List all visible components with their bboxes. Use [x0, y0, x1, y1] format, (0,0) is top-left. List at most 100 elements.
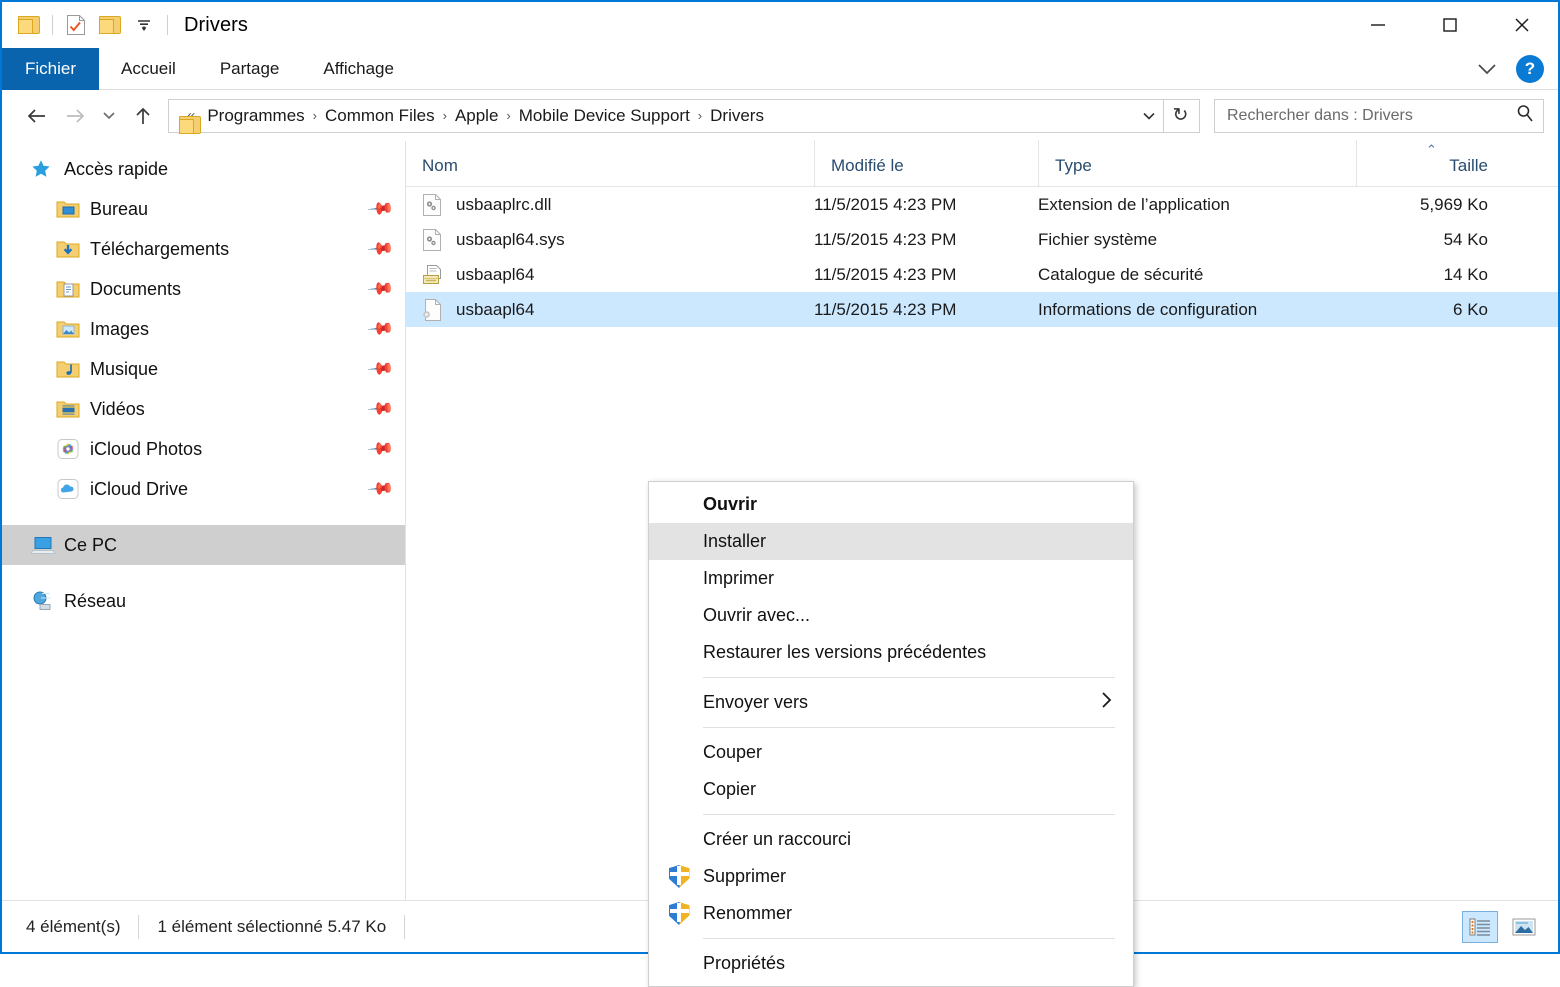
pin-icon[interactable]: 📌 — [366, 355, 395, 384]
sidebar-item-bureau[interactable]: Bureau 📌 — [2, 189, 405, 229]
menu-item-couper[interactable]: Couper — [649, 734, 1133, 771]
column-header-label: Nom — [422, 156, 458, 176]
minimize-button[interactable] — [1342, 2, 1414, 48]
search-box[interactable] — [1214, 99, 1544, 133]
details-view-button[interactable] — [1462, 911, 1498, 943]
folder-icon[interactable] — [12, 10, 46, 40]
sidebar-item-telechargements[interactable]: Téléchargements 📌 — [2, 229, 405, 269]
table-row[interactable]: usbaaplrc.dll 11/5/2015 4:23 PM Extensio… — [406, 187, 1558, 222]
folder-downloads-icon — [56, 239, 86, 259]
sidebar-item-label: Ce PC — [64, 535, 117, 556]
menu-item-label: Supprimer — [703, 866, 786, 887]
menu-item-creer-un-raccourci[interactable]: Créer un raccourci — [649, 821, 1133, 858]
sidebar-group-acces-rapide[interactable]: Accès rapide — [2, 149, 405, 189]
chevron-down-icon[interactable] — [1474, 56, 1500, 82]
pin-icon[interactable]: 📌 — [366, 315, 395, 344]
sidebar-item-musique[interactable]: Musique 📌 — [2, 349, 405, 389]
large-icons-view-button[interactable] — [1506, 911, 1542, 943]
up-button[interactable] — [124, 99, 162, 133]
sidebar-item-ce-pc[interactable]: Ce PC — [2, 525, 405, 565]
column-header-taille[interactable]: ⌃ Taille — [1356, 140, 1506, 186]
maximize-button[interactable] — [1414, 2, 1486, 48]
menu-item-renommer[interactable]: Renommer — [649, 895, 1133, 932]
breadcrumb-item-programmes[interactable]: Programmes — [201, 102, 310, 130]
menu-item-imprimer[interactable]: Imprimer — [649, 560, 1133, 597]
view-buttons — [1462, 911, 1550, 943]
breadcrumb-item-drivers[interactable]: Drivers — [704, 102, 770, 130]
star-icon — [30, 158, 60, 180]
tab-affichage[interactable]: Affichage — [301, 48, 416, 90]
pin-icon[interactable]: 📌 — [366, 235, 395, 264]
pin-icon[interactable]: 📌 — [366, 395, 395, 424]
menu-item-label: Créer un raccourci — [703, 829, 851, 850]
customize-dropdown-icon[interactable] — [127, 10, 161, 40]
sidebar-item-reseau[interactable]: Réseau — [2, 581, 405, 621]
breadcrumb-separator[interactable]: › — [441, 108, 449, 123]
cell-modified: 11/5/2015 4:23 PM — [814, 257, 1038, 292]
help-label: ? — [1525, 59, 1535, 79]
ribbon-tab-bar: Fichier Accueil Partage Affichage ? — [2, 48, 1558, 90]
properties-icon[interactable] — [59, 10, 93, 40]
file-name: usbaapl64 — [456, 300, 534, 320]
sidebar-item-icloud-photos[interactable]: iCloud Photos 📌 — [2, 429, 405, 469]
breadcrumb-dropdown-icon[interactable] — [1135, 100, 1163, 132]
table-row[interactable]: usbaapl64 11/5/2015 4:23 PM Catalogue de… — [406, 257, 1558, 292]
pin-icon[interactable]: 📌 — [366, 475, 395, 504]
breadcrumb-item-apple[interactable]: Apple — [449, 102, 504, 130]
column-header-type[interactable]: Type — [1038, 140, 1356, 186]
menu-item-envoyer-vers[interactable]: Envoyer vers — [649, 684, 1133, 721]
pin-icon[interactable]: 📌 — [366, 195, 395, 224]
sidebar-item-documents[interactable]: Documents 📌 — [2, 269, 405, 309]
window-controls — [1342, 2, 1558, 48]
sidebar-item-images[interactable]: Images 📌 — [2, 309, 405, 349]
cell-modified: 11/5/2015 4:23 PM — [814, 292, 1038, 327]
table-row[interactable]: usbaapl64.sys 11/5/2015 4:23 PM Fichier … — [406, 222, 1558, 257]
menu-separator — [703, 814, 1115, 815]
breadcrumb-separator[interactable]: › — [696, 108, 704, 123]
sidebar-item-label: Téléchargements — [90, 239, 229, 260]
menu-item-restaurer-versions-precedentes[interactable]: Restaurer les versions précédentes — [649, 634, 1133, 671]
sidebar-item-videos[interactable]: Vidéos 📌 — [2, 389, 405, 429]
folder-pictures-icon — [56, 319, 86, 339]
menu-item-installer[interactable]: Installer — [649, 523, 1133, 560]
tab-partage[interactable]: Partage — [198, 48, 302, 90]
divider — [167, 15, 168, 35]
folder-desktop-icon — [56, 199, 86, 219]
menu-item-ouvrir-avec[interactable]: Ouvrir avec... — [649, 597, 1133, 634]
search-input[interactable] — [1227, 107, 1515, 125]
help-icon[interactable]: ? — [1516, 55, 1544, 83]
folder-videos-icon — [56, 399, 86, 419]
back-button[interactable] — [18, 99, 56, 133]
file-name: usbaapl64 — [456, 265, 534, 285]
search-icon[interactable] — [1515, 103, 1535, 128]
table-row[interactable]: usbaapl64 11/5/2015 4:23 PM Informations… — [406, 292, 1558, 327]
menu-item-supprimer[interactable]: Supprimer — [649, 858, 1133, 895]
breadcrumb-item-mobile-device-support[interactable]: Mobile Device Support — [513, 102, 696, 130]
forward-button[interactable] — [56, 99, 94, 133]
sidebar-item-icloud-drive[interactable]: iCloud Drive 📌 — [2, 469, 405, 509]
cell-type: Fichier système — [1038, 222, 1356, 257]
cell-name: usbaapl64.sys — [406, 222, 814, 257]
tab-accueil[interactable]: Accueil — [99, 48, 198, 90]
refresh-icon[interactable]: ↻ — [1163, 99, 1197, 133]
breadcrumb[interactable]: « Programmes › Common Files › Apple › Mo… — [168, 99, 1200, 133]
tab-fichier[interactable]: Fichier — [2, 48, 99, 90]
breadcrumb-item-common-files[interactable]: Common Files — [319, 102, 441, 130]
menu-item-ouvrir[interactable]: Ouvrir — [649, 486, 1133, 523]
cell-modified: 11/5/2015 4:23 PM — [814, 187, 1038, 222]
column-header-modifie-le[interactable]: Modifié le — [814, 140, 1038, 186]
breadcrumb-separator[interactable]: › — [311, 108, 319, 123]
pin-icon[interactable]: 📌 — [366, 275, 395, 304]
column-header-nom[interactable]: Nom — [406, 140, 814, 186]
network-icon — [30, 590, 60, 612]
recent-locations-button[interactable] — [94, 99, 124, 133]
inf-file-icon — [422, 298, 452, 322]
menu-item-proprietes[interactable]: Propriétés — [649, 945, 1133, 982]
folder-documents-icon — [56, 279, 86, 299]
breadcrumb-separator[interactable]: › — [504, 108, 512, 123]
security-catalog-icon — [422, 263, 452, 287]
close-button[interactable] — [1486, 2, 1558, 48]
pin-icon[interactable]: 📌 — [366, 435, 395, 464]
menu-item-copier[interactable]: Copier — [649, 771, 1133, 808]
new-folder-icon[interactable] — [93, 10, 127, 40]
